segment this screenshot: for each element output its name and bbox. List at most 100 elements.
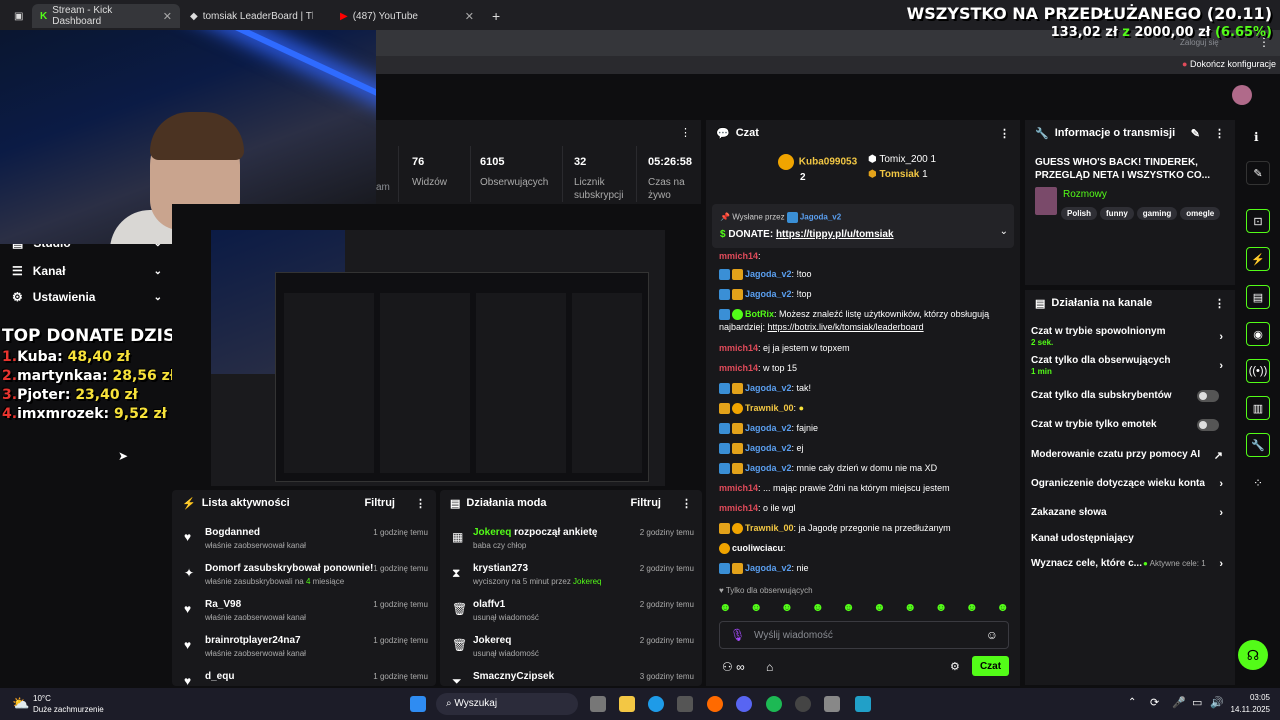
sync-icon[interactable]: ⟳ bbox=[1150, 696, 1159, 709]
weather-icon[interactable]: ⛅ bbox=[12, 695, 29, 712]
edit-icon[interactable]: ✎ bbox=[1191, 127, 1200, 140]
filter-button[interactable]: Filtruj bbox=[630, 497, 661, 509]
chat-link[interactable]: https://botrix.live/k/tomsiak/leaderboar… bbox=[768, 322, 924, 332]
finish-setup-link[interactable]: ● Dokończ konfiguracje bbox=[1182, 59, 1276, 69]
emote-icon[interactable]: ☻ bbox=[966, 600, 979, 616]
emote-only-toggle[interactable] bbox=[1197, 419, 1219, 431]
emote-icon[interactable]: ☻ bbox=[811, 600, 824, 616]
emote-icon[interactable]: ☻ bbox=[996, 600, 1009, 616]
discord-icon[interactable] bbox=[736, 696, 752, 712]
layout-icon[interactable]: ▥ bbox=[1246, 396, 1270, 420]
shop-icon[interactable]: ⌂ bbox=[766, 660, 773, 674]
ai-moderation-row[interactable]: Moderowanie czatu przy pomocy AI ↗ bbox=[1031, 449, 1227, 462]
tab-leaderboard[interactable]: ◆ tomsiak LeaderBoard | The best bbox=[182, 4, 332, 28]
stats-menu-icon[interactable]: ⋮ bbox=[680, 126, 691, 139]
chat-user[interactable]: cuoliwciacu bbox=[732, 543, 783, 553]
chat-user[interactable]: mmich14 bbox=[719, 343, 758, 353]
chat-user[interactable]: mmich14 bbox=[719, 363, 758, 373]
chat-user[interactable]: Jagoda_v2 bbox=[745, 269, 792, 279]
mic-icon[interactable]: 🎤 bbox=[1172, 696, 1186, 709]
sidebar-item-settings[interactable]: ⚙ Ustawienia ⌄ bbox=[12, 290, 162, 304]
banned-words-row[interactable]: Zakazane słowa › bbox=[1031, 507, 1227, 519]
emote-icon[interactable]: ☻ bbox=[750, 600, 763, 616]
chevron-up-icon[interactable]: ⌃ bbox=[1128, 697, 1136, 708]
tab-youtube[interactable]: ▶ (487) YouTube ✕ bbox=[332, 4, 482, 28]
obs-icon[interactable] bbox=[795, 696, 811, 712]
apps-icon[interactable]: ⁘ bbox=[1253, 476, 1263, 490]
spotify-icon[interactable] bbox=[766, 696, 782, 712]
sharing-channel-row[interactable]: Kanał udostępniający bbox=[1031, 533, 1227, 544]
menu-icon[interactable]: ⋮ bbox=[1214, 297, 1225, 310]
windows-start-icon[interactable] bbox=[410, 696, 426, 712]
edge-icon[interactable] bbox=[648, 696, 664, 712]
chat-user[interactable]: mmich14 bbox=[719, 503, 758, 513]
clock-time[interactable]: 03:05 bbox=[1220, 693, 1270, 702]
settings-app-icon[interactable] bbox=[824, 696, 840, 712]
category-name[interactable]: Rozmowy bbox=[1063, 189, 1107, 200]
chat-user[interactable]: BotRix bbox=[745, 309, 774, 319]
firefox-icon[interactable] bbox=[707, 696, 723, 712]
taskbar-search[interactable]: ⌕ Wyszukaj bbox=[436, 693, 578, 715]
emote-icon[interactable]: ☻ bbox=[781, 600, 794, 616]
gear-icon[interactable]: ⚙ bbox=[950, 660, 960, 673]
category-thumbnail[interactable] bbox=[1035, 187, 1057, 215]
edit-icon[interactable]: ✎ bbox=[1246, 161, 1270, 185]
tag[interactable]: Polish bbox=[1061, 207, 1098, 220]
slow-mode-row[interactable]: Czat w trybie spowolnionym 2 sek. › bbox=[1031, 326, 1227, 347]
chat-user[interactable]: mmich14 bbox=[719, 483, 758, 493]
emote-icon[interactable]: ☻ bbox=[842, 600, 855, 616]
chat-user[interactable]: Jagoda_v2 bbox=[745, 463, 792, 473]
chevron-down-icon[interactable]: ⌄ bbox=[1000, 226, 1008, 237]
pinned-link[interactable]: https://tippy.pl/u/tomsiak bbox=[776, 229, 894, 240]
emote-icon[interactable]: ☻ bbox=[904, 600, 917, 616]
goals-row[interactable]: Wyznacz cele, które c... ● Aktywne cele: … bbox=[1031, 558, 1227, 570]
broadcast-icon[interactable]: ((•)) bbox=[1246, 359, 1270, 383]
chat-user[interactable]: Jagoda_v2 bbox=[745, 289, 792, 299]
scan-icon[interactable]: ⊡ bbox=[1246, 209, 1270, 233]
monitor-icon[interactable]: ▭ bbox=[1192, 696, 1202, 709]
community-icon[interactable]: ⚇ ∞ bbox=[722, 660, 745, 674]
menu-icon[interactable]: ⋮ bbox=[1214, 127, 1225, 140]
menu-icon[interactable]: ⋮ bbox=[999, 127, 1010, 140]
wrench-icon[interactable]: 🔧 bbox=[1246, 433, 1270, 457]
emote-icon[interactable]: ☻ bbox=[873, 600, 886, 616]
microphone-icon[interactable]: 🎙 bbox=[730, 628, 745, 642]
close-icon[interactable]: ✕ bbox=[163, 10, 172, 23]
support-icon[interactable]: ☊ bbox=[1238, 640, 1268, 670]
file-explorer-icon[interactable] bbox=[619, 696, 635, 712]
send-chat-button[interactable]: Czat bbox=[972, 656, 1009, 676]
lightning-icon[interactable]: ⚡ bbox=[1246, 247, 1270, 271]
clock-date[interactable]: 14.11.2025 bbox=[1220, 705, 1270, 714]
chat-user[interactable]: Jagoda_v2 bbox=[745, 423, 792, 433]
emote-icon[interactable]: ☻ bbox=[935, 600, 948, 616]
chat-user[interactable]: mmich14 bbox=[719, 251, 758, 261]
menu-icon[interactable]: ⋮ bbox=[415, 497, 426, 510]
tag[interactable]: funny bbox=[1100, 207, 1134, 220]
tag[interactable]: gaming bbox=[1136, 207, 1178, 220]
close-icon[interactable]: ✕ bbox=[465, 10, 474, 23]
subs-only-toggle[interactable] bbox=[1197, 390, 1219, 402]
tab-kick-dashboard[interactable]: K Stream - Kick Dashboard ✕ bbox=[32, 4, 180, 28]
document-icon[interactable]: ▤ bbox=[1246, 285, 1270, 309]
chat-user[interactable]: Jagoda_v2 bbox=[745, 383, 792, 393]
menu-icon[interactable]: ⋮ bbox=[681, 497, 692, 510]
tag[interactable]: omegle bbox=[1180, 207, 1221, 220]
tab-actions-icon[interactable]: ▣ bbox=[6, 4, 26, 28]
info-icon[interactable]: ℹ bbox=[1254, 130, 1259, 144]
stream-preview[interactable] bbox=[211, 230, 665, 486]
chat-input[interactable]: 🎙 Wyślij wiadomość ☺ bbox=[719, 621, 1009, 649]
store-icon[interactable] bbox=[677, 696, 693, 712]
filter-button[interactable]: Filtruj bbox=[364, 497, 395, 509]
chat-user[interactable]: Jagoda_v2 bbox=[745, 563, 792, 573]
chat-icon[interactable]: ◉ bbox=[1246, 322, 1270, 346]
emote-icon[interactable]: ☻ bbox=[719, 600, 732, 616]
sidebar-item-channel[interactable]: ☰ Kanał ⌄ bbox=[12, 264, 162, 278]
chat-user[interactable]: Jagoda_v2 bbox=[745, 443, 792, 453]
avatar[interactable] bbox=[1232, 85, 1252, 105]
followers-only-row[interactable]: Czat tylko dla obserwujących 1 min › bbox=[1031, 355, 1227, 376]
app-icon[interactable] bbox=[855, 696, 871, 712]
chat-user[interactable]: Trawnik_00 bbox=[745, 403, 794, 413]
task-view-icon[interactable] bbox=[590, 696, 606, 712]
chat-user[interactable]: Trawnik_00 bbox=[745, 523, 794, 533]
account-age-row[interactable]: Ograniczenie dotyczące wieku konta › bbox=[1031, 478, 1227, 490]
